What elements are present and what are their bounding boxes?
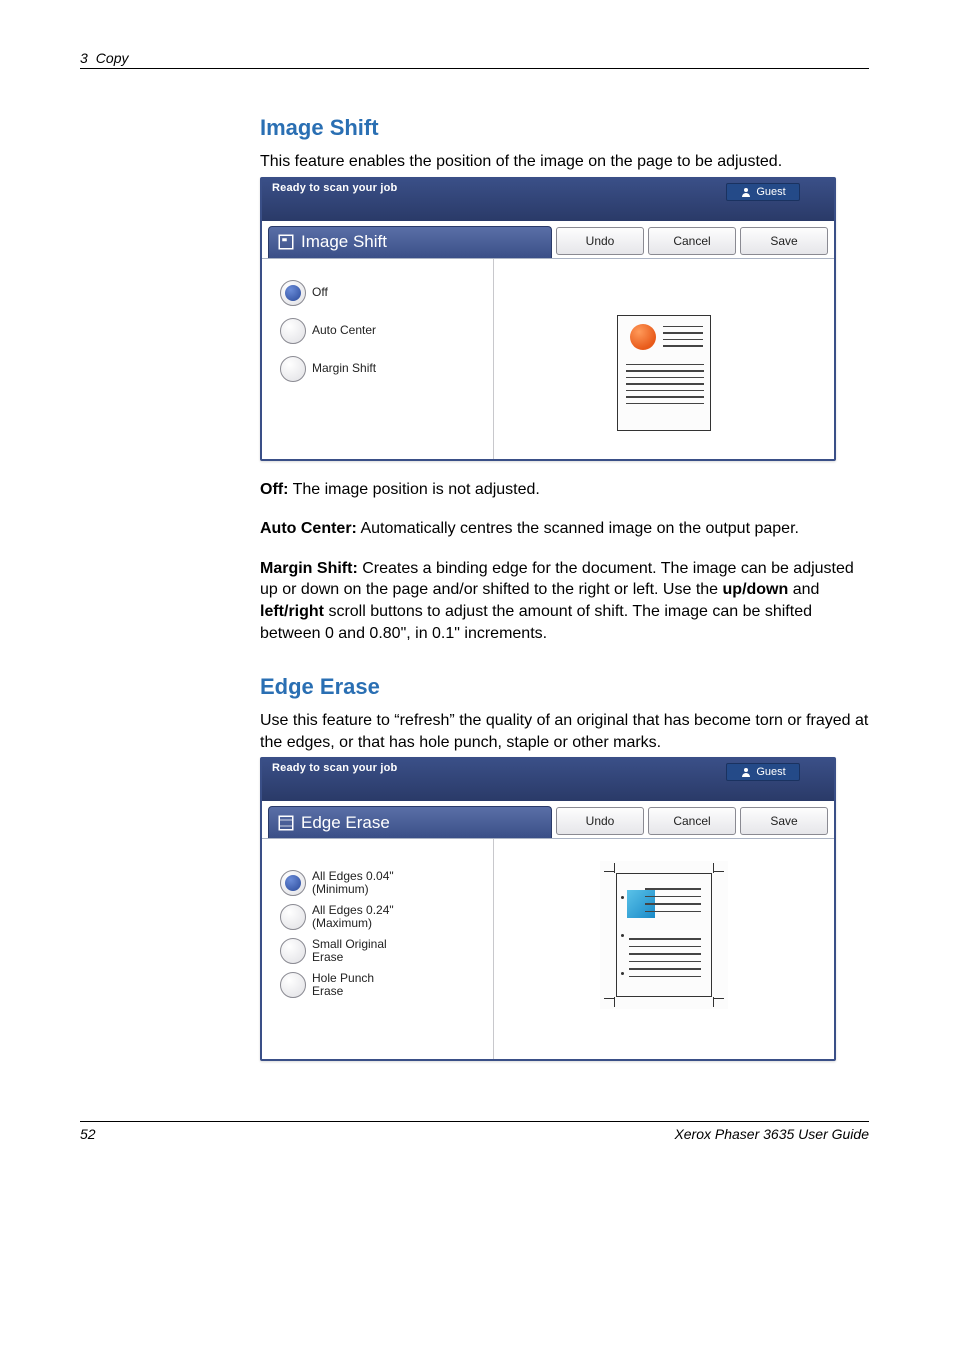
intro-image-shift: This feature enables the position of the… <box>260 151 869 173</box>
cancel-button[interactable]: Cancel <box>648 227 736 255</box>
option-small-original-erase[interactable]: Small Original Erase <box>280 937 481 965</box>
options-list: All Edges 0.04" (Minimum) All Edges 0.24… <box>262 839 494 1059</box>
radio-icon <box>280 938 306 964</box>
option-off[interactable]: Off <box>280 279 481 307</box>
note-off: Off: The image position is not adjusted. <box>260 479 869 501</box>
guest-button[interactable]: Guest <box>726 763 800 781</box>
cancel-button[interactable]: Cancel <box>648 807 736 835</box>
save-button[interactable]: Save <box>740 227 828 255</box>
chapter-number: 3 <box>80 50 88 66</box>
image-shift-icon <box>277 233 295 251</box>
tab-edge-erase[interactable]: Edge Erase <box>268 806 552 838</box>
radio-icon <box>280 318 306 344</box>
radio-icon <box>280 904 306 930</box>
option-margin-shift[interactable]: Margin Shift <box>280 355 481 383</box>
tab-label: Image Shift <box>301 232 387 252</box>
intro-edge-erase: Use this feature to “refresh” the qualit… <box>260 710 869 753</box>
undo-button[interactable]: Undo <box>556 807 644 835</box>
radio-icon <box>280 356 306 382</box>
guest-label: Guest <box>756 766 785 778</box>
preview-page <box>617 315 711 431</box>
edge-erase-icon <box>277 814 295 832</box>
guest-label: Guest <box>756 186 785 198</box>
tab-label: Edge Erase <box>301 813 390 833</box>
page-number: 52 <box>80 1126 96 1142</box>
note-margin-shift: Margin Shift: Creates a binding edge for… <box>260 558 869 644</box>
save-button[interactable]: Save <box>740 807 828 835</box>
status-text: Ready to scan your job <box>272 182 397 194</box>
radio-icon <box>280 972 306 998</box>
preview-page <box>600 861 728 1009</box>
page-footer: 52 Xerox Phaser 3635 User Guide <box>80 1121 869 1142</box>
option-all-edges-max[interactable]: All Edges 0.24" (Maximum) <box>280 903 481 931</box>
option-all-edges-min[interactable]: All Edges 0.04" (Minimum) <box>280 869 481 897</box>
guide-title: Xerox Phaser 3635 User Guide <box>674 1126 869 1142</box>
preview-dot-icon <box>630 324 656 350</box>
chapter-title: Copy <box>96 50 129 66</box>
radio-icon <box>280 870 306 896</box>
tab-image-shift[interactable]: Image Shift <box>268 226 552 258</box>
guest-button[interactable]: Guest <box>726 183 800 201</box>
user-icon <box>740 186 752 198</box>
status-text: Ready to scan your job <box>272 762 397 774</box>
panel-edge-erase: Ready to scan your job Guest Edge Erase … <box>260 757 836 1061</box>
option-hole-punch-erase[interactable]: Hole Punch Erase <box>280 971 481 999</box>
options-list: Off Auto Center Margin Shift <box>262 259 494 459</box>
option-auto-center[interactable]: Auto Center <box>280 317 481 345</box>
undo-button[interactable]: Undo <box>556 227 644 255</box>
section-title-image-shift: Image Shift <box>260 115 869 141</box>
page-header: 3 Copy <box>80 50 869 69</box>
note-auto-center: Auto Center: Automatically centres the s… <box>260 518 869 540</box>
user-icon <box>740 766 752 778</box>
panel-image-shift: Ready to scan your job Guest Image Shift… <box>260 177 836 461</box>
section-title-edge-erase: Edge Erase <box>260 674 869 700</box>
radio-icon <box>280 280 306 306</box>
